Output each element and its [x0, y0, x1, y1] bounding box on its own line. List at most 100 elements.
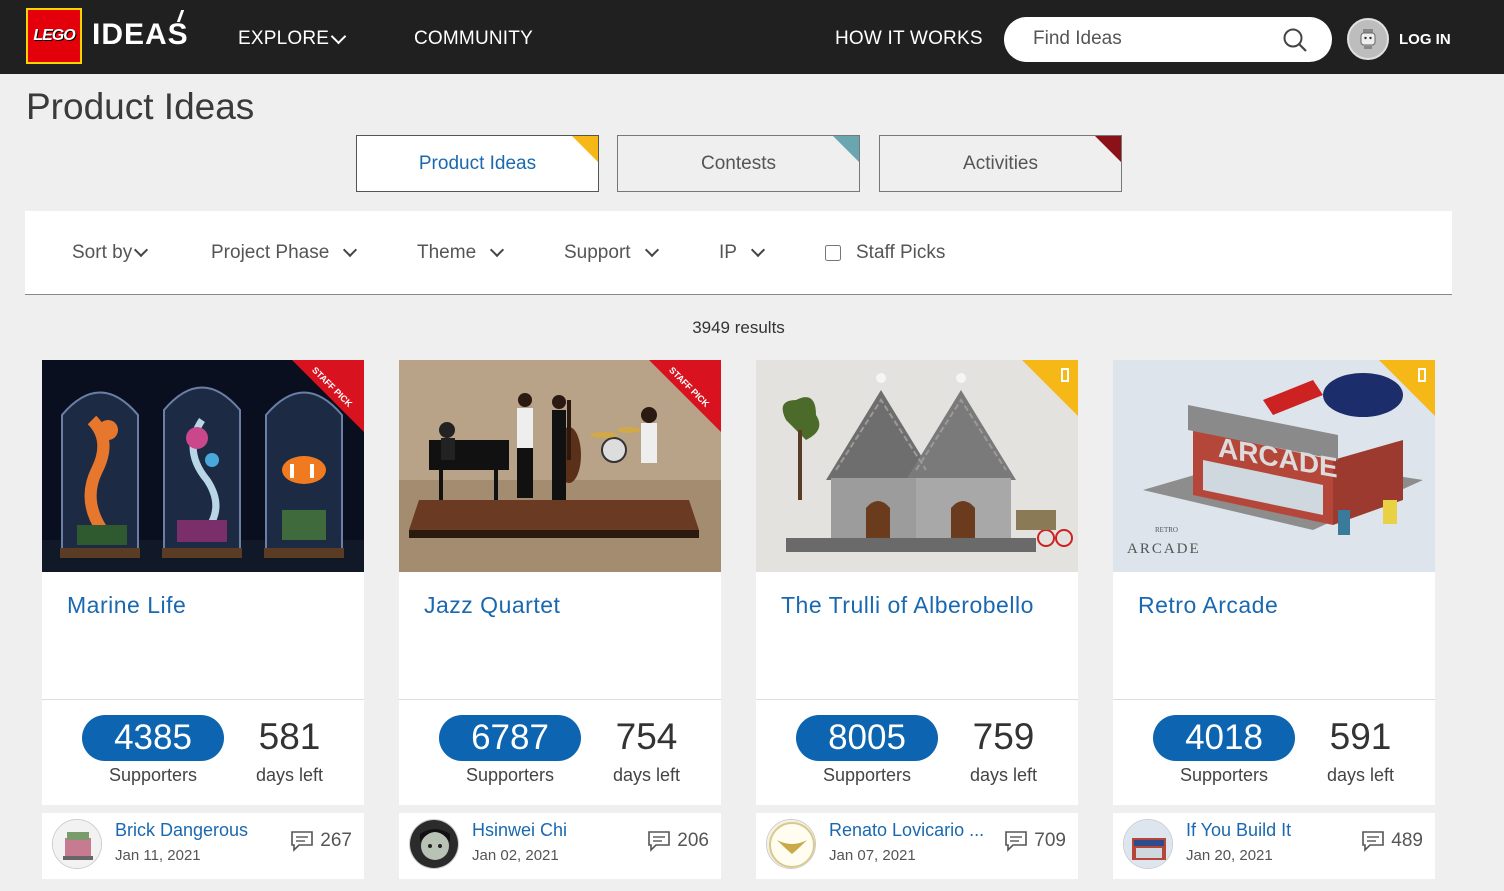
- post-date: Jan 07, 2021: [829, 847, 916, 864]
- idea-image[interactable]: STAFF PICK: [399, 360, 721, 572]
- sort-by-label: Sort by: [72, 242, 133, 263]
- author-avatar-image: [410, 820, 458, 868]
- idea-card[interactable]: ARCADE RETRO ARCADE Retro Arcade 4018 Su…: [1113, 360, 1435, 879]
- supporters-label: Supporters: [822, 765, 912, 785]
- idea-image[interactable]: ARCADE RETRO ARCADE: [1113, 360, 1435, 572]
- post-date: Jan 20, 2021: [1186, 847, 1273, 864]
- author-name[interactable]: If You Build It: [1186, 820, 1368, 841]
- ip-dropdown[interactable]: IP: [719, 242, 766, 264]
- supporters-count: 4385: [82, 715, 224, 761]
- staff-picks-label: Staff Picks: [856, 242, 946, 263]
- divider: [1113, 699, 1435, 700]
- comments-number: 709: [1034, 830, 1066, 851]
- top-navigation-bar: LEGO IDEAS EXPLORE COMMUNITY HOW IT WORK…: [0, 0, 1504, 74]
- comments-count[interactable]: 489: [1361, 830, 1423, 852]
- ideas-logo[interactable]: IDEAS: [92, 18, 189, 52]
- tab-label: Contests: [701, 152, 776, 174]
- days-left-label: days left: [1326, 765, 1395, 785]
- page-title: Product Ideas: [26, 86, 255, 127]
- lego-logo-text: LEGO: [33, 27, 75, 44]
- comment-icon: [291, 831, 314, 852]
- days-left-count: 754: [615, 716, 678, 757]
- supporters-count: 6787: [439, 715, 581, 761]
- ideas-bulb-icon: [1418, 368, 1426, 382]
- tab-label: Product Ideas: [418, 152, 537, 174]
- idea-card[interactable]: STAFF PICK Jazz Quartet 6787 Supporters …: [399, 360, 721, 879]
- author-avatar[interactable]: [766, 819, 816, 869]
- theme-label: Theme: [417, 242, 477, 263]
- tab-corner-marker: [833, 136, 859, 162]
- comments-count[interactable]: 206: [647, 830, 709, 852]
- post-date: Jan 02, 2021: [472, 847, 559, 864]
- nav-explore-label: EXPLORE: [238, 28, 330, 49]
- chevron-down-icon: [134, 242, 149, 258]
- supporters-count: 8005: [796, 715, 938, 761]
- card-footer: If You Build It Jan 20, 2021 489: [1113, 805, 1435, 879]
- chevron-down-icon: [644, 242, 659, 258]
- idea-title[interactable]: Jazz Quartet: [424, 592, 560, 619]
- card-footer: Hsinwei Chi Jan 02, 2021 206: [399, 805, 721, 879]
- ip-label: IP: [719, 242, 737, 263]
- nav-explore[interactable]: EXPLORE: [238, 28, 347, 50]
- author-name[interactable]: Renato Lovicario ...: [829, 820, 1011, 841]
- chevron-down-icon: [490, 242, 505, 258]
- chevron-down-icon: [330, 28, 347, 44]
- comment-icon: [1005, 831, 1028, 852]
- author-name[interactable]: Hsinwei Chi: [472, 820, 654, 841]
- card-footer: Brick Dangerous Jan 11, 2021 267: [42, 805, 364, 879]
- author-avatar[interactable]: [409, 819, 459, 869]
- support-dropdown[interactable]: Support: [564, 242, 659, 264]
- support-label: Support: [564, 242, 631, 263]
- supporters-label: Supporters: [465, 765, 555, 785]
- comments-count[interactable]: 267: [290, 830, 352, 852]
- comment-icon: [1362, 831, 1385, 852]
- login-link[interactable]: LOG IN: [1399, 31, 1451, 48]
- sort-by-dropdown[interactable]: Sort by: [72, 242, 149, 264]
- user-avatar-icon[interactable]: [1347, 18, 1389, 60]
- nav-how-it-works[interactable]: HOW IT WORKS: [835, 28, 983, 50]
- staff-picks-checkbox[interactable]: [825, 245, 841, 261]
- tab-activities[interactable]: Activities: [879, 135, 1122, 192]
- author-avatar-image: [1124, 820, 1172, 868]
- supporters-label: Supporters: [108, 765, 198, 785]
- staff-picks-filter[interactable]: Staff Picks: [825, 242, 945, 264]
- divider: [42, 699, 364, 700]
- tab-label: Activities: [963, 152, 1038, 174]
- idea-image[interactable]: [756, 360, 1078, 572]
- tab-corner-marker: [1095, 136, 1121, 162]
- minifig-icon: [1360, 29, 1376, 49]
- staff-pick-badge: STAFF PICK: [649, 360, 721, 432]
- idea-title[interactable]: Retro Arcade: [1138, 592, 1278, 619]
- comments-count[interactable]: 709: [1004, 830, 1066, 852]
- idea-card[interactable]: STAFF PICK Marine Life 4385 Supporters 5…: [42, 360, 364, 879]
- idea-card[interactable]: The Trulli of Alberobello 8005 Supporter…: [756, 360, 1078, 879]
- search-icon[interactable]: [1282, 27, 1308, 53]
- retro-caption: ARCADE: [1127, 541, 1201, 557]
- idea-image[interactable]: STAFF PICK: [42, 360, 364, 572]
- author-name[interactable]: Brick Dangerous: [115, 820, 297, 841]
- days-left-label: days left: [612, 765, 681, 785]
- comments-number: 489: [1391, 830, 1423, 851]
- author-avatar[interactable]: [1123, 819, 1173, 869]
- idea-title[interactable]: The Trulli of Alberobello: [781, 592, 1034, 619]
- nav-community[interactable]: COMMUNITY: [414, 28, 533, 50]
- comments-number: 267: [320, 830, 352, 851]
- ideas-bulb-icon: [1061, 368, 1069, 382]
- idea-title[interactable]: Marine Life: [67, 592, 186, 619]
- comments-number: 206: [677, 830, 709, 851]
- theme-dropdown[interactable]: Theme: [417, 242, 505, 264]
- lego-logo[interactable]: LEGO: [26, 8, 82, 64]
- days-left-count: 581: [258, 716, 321, 757]
- author-avatar[interactable]: [52, 819, 102, 869]
- author-avatar-image: [767, 820, 815, 868]
- days-left-label: days left: [969, 765, 1038, 785]
- tab-product-ideas[interactable]: Product Ideas: [356, 135, 599, 192]
- search-input[interactable]: [1033, 27, 1273, 51]
- results-count: 3949 results: [692, 318, 785, 337]
- staff-pick-badge: STAFF PICK: [292, 360, 364, 432]
- chevron-down-icon: [343, 242, 358, 258]
- idea-corner-marker: [1379, 360, 1435, 416]
- project-phase-dropdown[interactable]: Project Phase: [211, 242, 358, 264]
- tab-contests[interactable]: Contests: [617, 135, 860, 192]
- days-left-count: 759: [972, 716, 1035, 757]
